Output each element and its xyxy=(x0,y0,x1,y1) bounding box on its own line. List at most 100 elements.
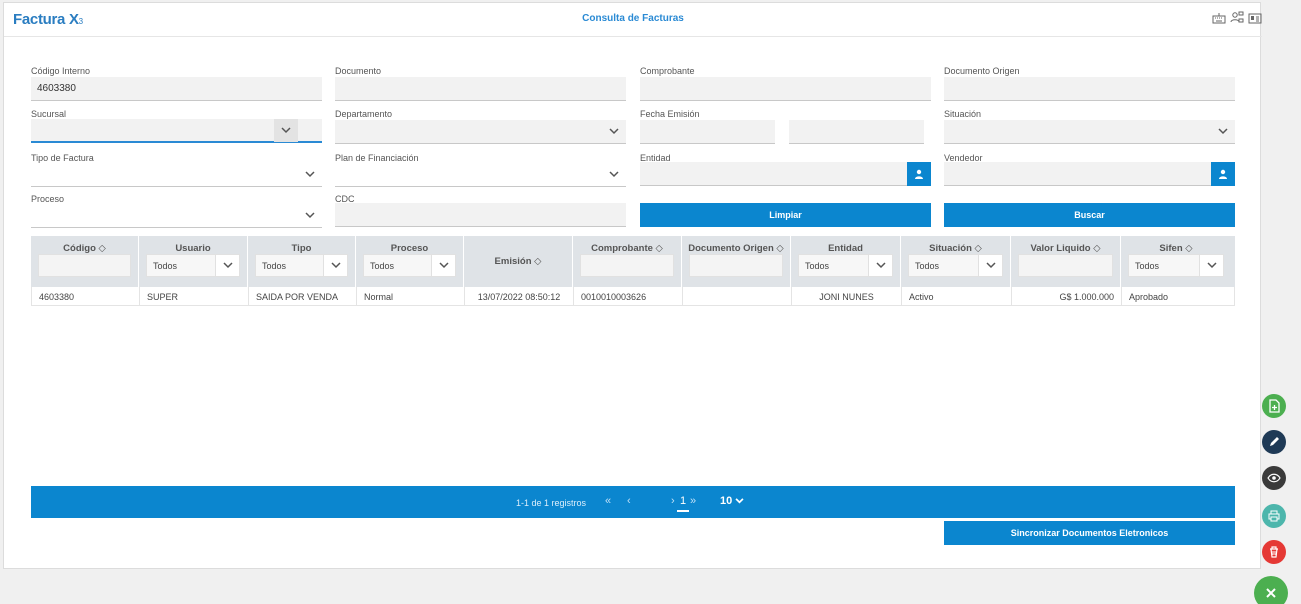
page-number[interactable]: 1 xyxy=(677,495,690,512)
departamento-select[interactable] xyxy=(335,120,626,144)
chevron-down-icon[interactable] xyxy=(978,255,1002,276)
fecha-emision-from-input[interactable] xyxy=(640,120,775,144)
chevron-down-icon[interactable] xyxy=(274,119,298,142)
column-header[interactable]: Comprobante ◇ xyxy=(573,236,682,287)
chevron-down-icon[interactable] xyxy=(602,120,626,143)
close-icon[interactable] xyxy=(1254,576,1288,604)
documento-origen-input[interactable] xyxy=(944,77,1235,101)
column-header-label: Situación ◇ xyxy=(929,243,982,254)
sync-documents-button[interactable]: Sincronizar Documentos Eletronicos xyxy=(944,521,1235,545)
situacion-label: Situación xyxy=(944,109,982,119)
limpiar-button[interactable]: Limpiar xyxy=(640,203,931,227)
first-page-icon[interactable]: « xyxy=(605,495,611,507)
table-cell: G$ 1.000.000 xyxy=(1012,287,1122,305)
view-eye-icon[interactable] xyxy=(1262,466,1286,490)
table-cell: SAIDA POR VENDA xyxy=(249,287,357,305)
new-document-icon[interactable] xyxy=(1262,394,1286,418)
sort-icon[interactable]: ◇ xyxy=(653,243,663,254)
chevron-down-icon[interactable] xyxy=(1211,120,1235,143)
column-filter-select[interactable]: Todos xyxy=(363,254,456,277)
sort-icon[interactable]: ◇ xyxy=(774,243,783,254)
column-header[interactable]: Emisión ◇ xyxy=(464,236,573,287)
sort-icon[interactable]: ◇ xyxy=(972,243,982,254)
proceso-select[interactable] xyxy=(31,204,322,228)
column-header-label: Usuario xyxy=(175,243,211,254)
column-header[interactable]: Documento Origen ◇ xyxy=(682,236,791,287)
chevron-down-icon[interactable] xyxy=(298,163,322,186)
chevron-down-icon[interactable] xyxy=(298,204,322,227)
column-header[interactable]: Código ◇ xyxy=(31,236,139,287)
plan-financiacion-label: Plan de Financiación xyxy=(335,153,419,163)
edit-pencil-icon[interactable] xyxy=(1262,430,1286,454)
column-filter-select[interactable]: Todos xyxy=(146,254,240,277)
column-filter-input[interactable] xyxy=(580,254,674,277)
page-size-select[interactable]: 10 xyxy=(720,495,744,507)
vendedor-search-button[interactable] xyxy=(1211,162,1235,186)
entidad-input[interactable] xyxy=(640,162,931,186)
column-header: Tipo Todos xyxy=(248,236,356,287)
comprobante-label: Comprobante xyxy=(640,66,695,76)
table-cell: SUPER xyxy=(140,287,249,305)
column-header-label: Documento Origen ◇ xyxy=(688,243,784,254)
pagination-info: 1-1 de 1 registros xyxy=(516,498,587,508)
results-table: Código ◇ Usuario Todos Tipo Todos Proceso Todo… xyxy=(31,236,1235,306)
chevron-down-icon xyxy=(735,498,744,504)
column-filter-select[interactable]: Todos xyxy=(798,254,893,277)
documento-input[interactable] xyxy=(335,77,626,101)
sort-icon[interactable]: ◇ xyxy=(532,256,541,267)
column-filter-select[interactable]: Todos xyxy=(255,254,348,277)
column-header-label: Valor Liquido ◇ xyxy=(1030,243,1101,254)
users-network-icon[interactable] xyxy=(1230,11,1244,25)
column-header[interactable]: Situación ◇ Todos xyxy=(901,236,1011,287)
column-header-label: Comprobante ◇ xyxy=(591,243,663,254)
codigo-interno-input[interactable]: 4603380 xyxy=(31,77,322,101)
table-row[interactable]: 4603380 SUPER SAIDA POR VENDA Normal 13/07/2… xyxy=(31,287,1235,306)
plan-financiacion-select[interactable] xyxy=(335,163,626,187)
column-header-label: Tipo xyxy=(291,243,312,254)
table-header: Código ◇ Usuario Todos Tipo Todos Proceso Todo… xyxy=(31,236,1235,287)
user-icon xyxy=(915,169,923,179)
chevron-down-icon[interactable] xyxy=(602,163,626,186)
column-filter-input[interactable] xyxy=(689,254,783,277)
next-page-icon[interactable]: › xyxy=(671,495,675,507)
table-cell xyxy=(683,287,792,305)
last-page-icon[interactable]: » xyxy=(690,495,696,507)
chevron-down-icon[interactable] xyxy=(215,255,239,276)
chevron-down-icon[interactable] xyxy=(1199,255,1223,276)
comprobante-input[interactable] xyxy=(640,77,931,101)
keyboard-icon[interactable] xyxy=(1212,11,1226,25)
column-header-label: Código ◇ xyxy=(63,243,106,254)
column-header[interactable]: Sifen ◇ Todos xyxy=(1121,236,1231,287)
column-filter-select[interactable]: Todos xyxy=(908,254,1003,277)
chevron-down-icon[interactable] xyxy=(868,255,892,276)
chevron-down-icon[interactable] xyxy=(323,255,347,276)
sort-icon[interactable]: ◇ xyxy=(1183,243,1192,254)
tipo-factura-label: Tipo de Factura xyxy=(31,153,94,163)
column-filter-select[interactable]: Todos xyxy=(1128,254,1224,277)
chevron-down-icon[interactable] xyxy=(431,255,455,276)
sort-icon[interactable]: ◇ xyxy=(96,243,106,254)
column-filter-input[interactable] xyxy=(1018,254,1113,277)
column-header: Proceso Todos xyxy=(356,236,464,287)
prev-page-icon[interactable]: ‹ xyxy=(627,495,631,507)
departamento-label: Departamento xyxy=(335,109,393,119)
column-header[interactable]: Valor Liquido ◇ xyxy=(1011,236,1121,287)
buscar-button[interactable]: Buscar xyxy=(944,203,1235,227)
column-header-label: Entidad xyxy=(828,243,863,254)
tipo-factura-select[interactable] xyxy=(31,163,322,187)
delete-trash-icon[interactable] xyxy=(1262,540,1286,564)
fecha-emision-to-input[interactable] xyxy=(789,120,924,144)
vendedor-input[interactable] xyxy=(944,162,1235,186)
cdc-input[interactable] xyxy=(335,203,626,227)
documento-origen-label: Documento Origen xyxy=(944,66,1020,76)
entidad-search-button[interactable] xyxy=(907,162,931,186)
column-header-label: Emisión ◇ xyxy=(494,256,542,267)
column-filter-input[interactable] xyxy=(38,254,131,277)
id-card-icon[interactable] xyxy=(1248,11,1262,25)
print-icon[interactable] xyxy=(1262,504,1286,528)
situacion-select[interactable] xyxy=(944,120,1235,144)
table-cell: 4603380 xyxy=(32,287,140,305)
sort-icon[interactable]: ◇ xyxy=(1091,243,1100,254)
pagination-bar: 1-1 de 1 registros « ‹ 1 › » 10 xyxy=(31,486,1235,518)
table-cell: Normal xyxy=(357,287,465,305)
